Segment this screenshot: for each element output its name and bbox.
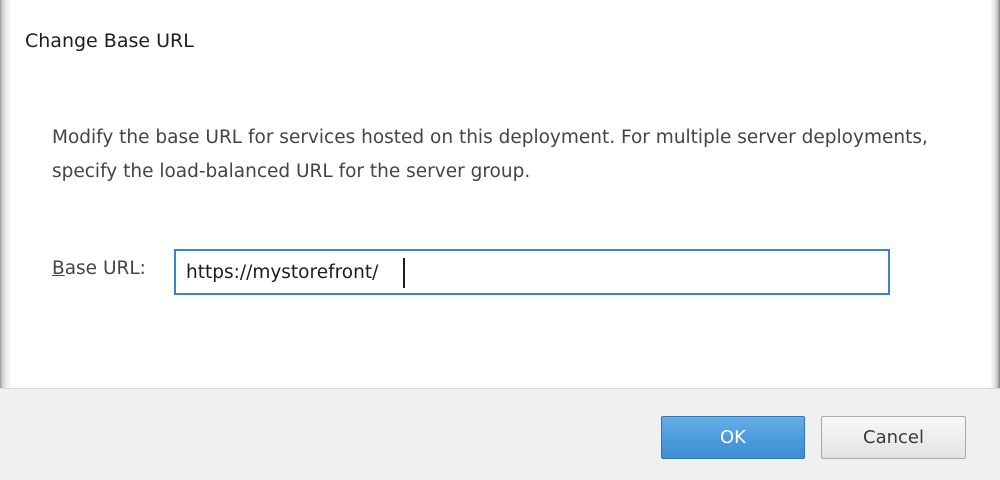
base-url-label-mnemonic: B — [52, 258, 65, 279]
text-cursor — [403, 258, 405, 288]
base-url-label: Base URL: — [52, 258, 146, 279]
base-url-input[interactable] — [174, 249, 890, 295]
change-base-url-dialog: Change Base URL Modify the base URL for … — [0, 0, 1000, 480]
base-url-label-text: ase URL: — [64, 258, 146, 279]
dialog-title: Change Base URL — [25, 30, 194, 52]
ok-button[interactable]: OK — [661, 416, 805, 459]
dialog-description: Modify the base URL for services hosted … — [52, 127, 928, 182]
cancel-button[interactable]: Cancel — [821, 416, 966, 459]
